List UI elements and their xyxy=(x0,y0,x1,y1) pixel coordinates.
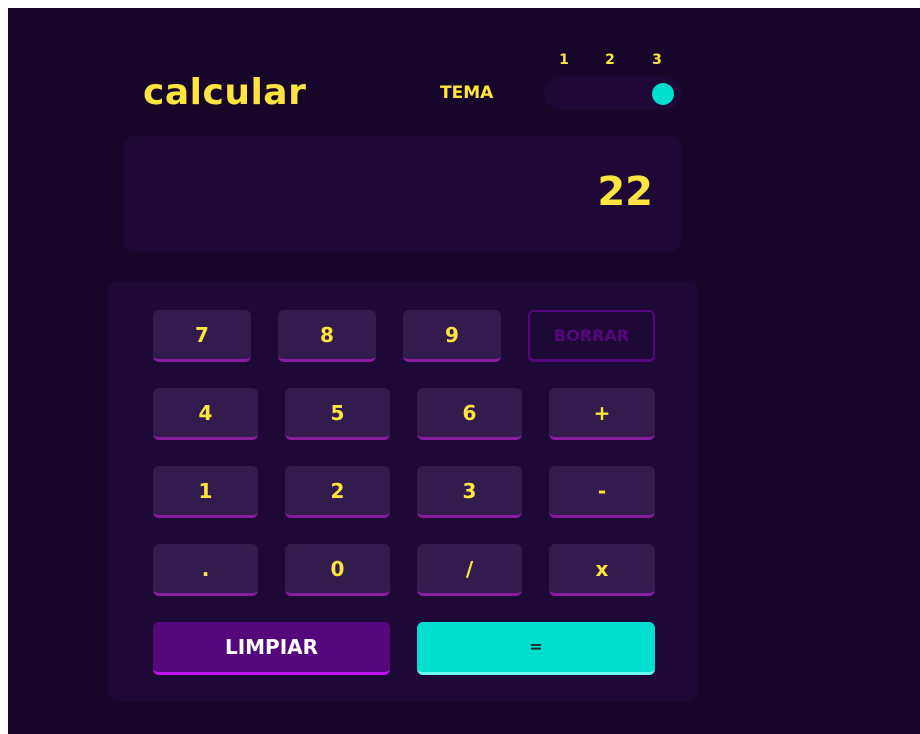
key-8[interactable]: 8 xyxy=(278,310,376,362)
key-9[interactable]: 9 xyxy=(403,310,501,362)
theme-option-3[interactable]: 3 xyxy=(650,53,664,67)
add-button[interactable]: + xyxy=(549,388,655,440)
key-7[interactable]: 7 xyxy=(153,310,251,362)
app-title: calcular xyxy=(143,72,307,113)
key-1[interactable]: 1 xyxy=(153,466,258,518)
key-0[interactable]: 0 xyxy=(285,544,390,596)
theme-toggle[interactable] xyxy=(544,76,682,110)
theme-toggle-knob[interactable] xyxy=(652,83,674,105)
delete-button[interactable]: BORRAR xyxy=(528,310,655,362)
theme-label: TEMA xyxy=(440,83,494,103)
display-value: 22 xyxy=(597,169,653,215)
divide-button[interactable]: / xyxy=(417,544,522,596)
theme-option-1[interactable]: 1 xyxy=(557,53,571,67)
equals-button[interactable]: = xyxy=(417,622,655,675)
clear-button[interactable]: LIMPIAR xyxy=(153,622,390,675)
calculator-display: 22 xyxy=(124,136,681,252)
key-5[interactable]: 5 xyxy=(285,388,390,440)
key-6[interactable]: 6 xyxy=(417,388,522,440)
theme-option-2[interactable]: 2 xyxy=(603,53,617,67)
decimal-button[interactable]: . xyxy=(153,544,258,596)
key-2[interactable]: 2 xyxy=(285,466,390,518)
key-3[interactable]: 3 xyxy=(417,466,522,518)
subtract-button[interactable]: - xyxy=(549,466,655,518)
multiply-button[interactable]: x xyxy=(549,544,655,596)
key-4[interactable]: 4 xyxy=(153,388,258,440)
